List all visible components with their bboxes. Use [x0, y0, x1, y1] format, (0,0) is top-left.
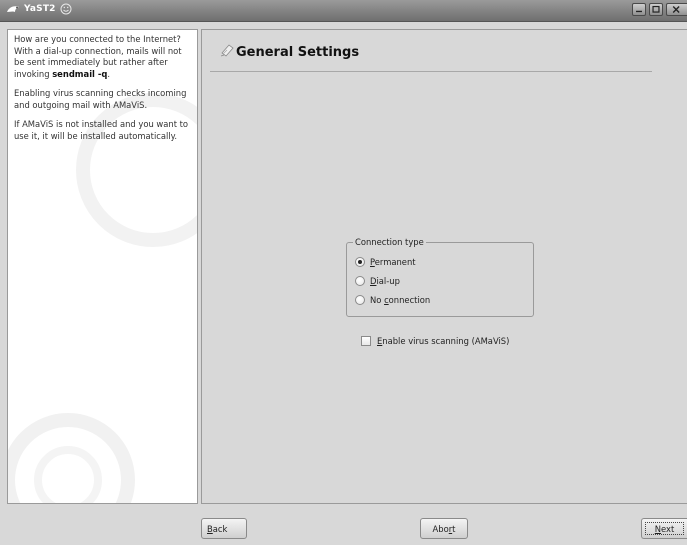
maximize-button[interactable]	[649, 3, 663, 16]
button-label: Abort	[433, 524, 456, 534]
label-part: ermanent	[374, 257, 416, 267]
label-part: ack	[212, 523, 228, 534]
radio-label: Permanent	[370, 257, 416, 267]
label-part: ial-up	[376, 276, 400, 286]
maximize-icon	[652, 5, 660, 13]
close-icon	[672, 6, 680, 13]
help-panel[interactable]: How are you connected to the Internet? W…	[7, 29, 198, 504]
label-part: onnection	[388, 295, 431, 305]
radio-button-checked[interactable]	[355, 257, 365, 267]
radio-button[interactable]	[355, 276, 365, 286]
connection-type-group: Connection type Permanent Dial-up No con…	[346, 237, 534, 317]
gecko-icon	[7, 6, 19, 12]
help-text: How are you connected to the Internet? W…	[14, 34, 194, 150]
label-part: ext	[661, 523, 675, 534]
main-panel: General Settings Connection type Permane…	[201, 29, 687, 504]
mail-settings-icon	[220, 44, 234, 57]
next-button[interactable]: Next	[641, 518, 687, 539]
group-legend: Connection type	[353, 237, 426, 247]
label-part: t	[452, 523, 456, 534]
help-paragraph: If AMaViS is not installed and you want …	[14, 119, 189, 141]
close-button[interactable]	[666, 3, 687, 16]
virus-scanning-checkbox[interactable]	[361, 336, 371, 346]
command-text: sendmail -q	[52, 68, 108, 79]
label-part: nable virus scanning (AMaViS)	[382, 336, 510, 346]
help-face-icon[interactable]	[60, 3, 72, 15]
checkbox-label: Enable virus scanning (AMaViS)	[377, 336, 509, 346]
button-label: Back	[207, 524, 227, 534]
radio-button[interactable]	[355, 295, 365, 305]
label-part: Abo	[432, 523, 449, 534]
window-title: YaST2	[24, 4, 56, 14]
help-paragraph: Enabling virus scanning checks incoming …	[14, 88, 187, 110]
yast2-window: YaST2 How are you connected to the Inter…	[0, 0, 687, 545]
virus-scanning-checkbox-row[interactable]: Enable virus scanning (AMaViS)	[361, 335, 509, 347]
radio-label: No connection	[370, 295, 430, 305]
minimize-button[interactable]	[632, 3, 646, 16]
label-part: No	[370, 295, 385, 305]
title-bar[interactable]: YaST2	[0, 0, 687, 22]
page-title: General Settings	[236, 45, 360, 60]
help-text-span: .	[107, 68, 110, 79]
radio-label: Dial-up	[370, 276, 400, 286]
button-label: Next	[655, 524, 675, 534]
help-paragraph: How are you connected to the Internet? W…	[14, 34, 194, 80]
heading-divider	[210, 71, 652, 72]
back-button[interactable]: Back	[201, 518, 247, 539]
radio-no-connection[interactable]: No connection	[355, 294, 430, 306]
radio-dial-up[interactable]: Dial-up	[355, 275, 400, 287]
radio-permanent[interactable]: Permanent	[355, 256, 416, 268]
abort-button[interactable]: Abort	[420, 518, 468, 539]
minimize-icon	[636, 10, 642, 13]
